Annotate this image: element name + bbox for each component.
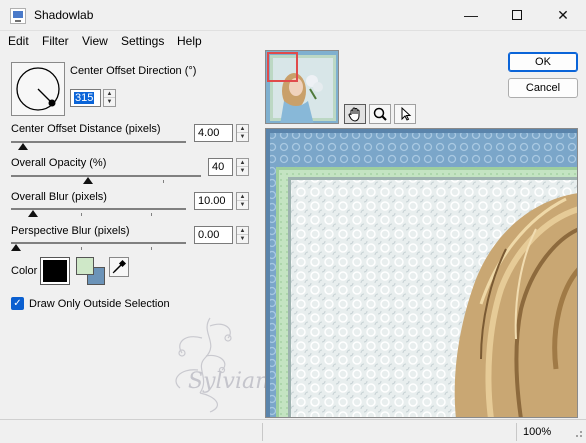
preview-canvas[interactable] (265, 128, 578, 418)
opacity-input[interactable]: 40 (208, 158, 233, 176)
perspective-input[interactable]: 0.00 (194, 226, 233, 244)
direction-spinner[interactable]: ▲ ▼ (103, 89, 116, 107)
resize-grip-icon[interactable] (573, 428, 583, 438)
opacity-slider-thumb[interactable] (83, 177, 93, 184)
foreground-color-swatch[interactable] (76, 257, 94, 275)
zoom-icon (373, 107, 387, 121)
cancel-button[interactable]: Cancel (508, 78, 578, 98)
viewport-indicator[interactable] (267, 52, 298, 82)
watermark-logo: Sylviane (140, 308, 282, 418)
menu-help[interactable]: Help (177, 34, 202, 48)
checkmark-icon: ✓ (13, 298, 22, 309)
blur-slider-thumb[interactable] (28, 210, 38, 217)
distance-label: Center Offset Distance (pixels) (11, 123, 161, 135)
distance-slider[interactable] (11, 137, 186, 151)
menu-settings[interactable]: Settings (121, 34, 164, 48)
menu-edit[interactable]: Edit (8, 34, 29, 48)
menu-bar: Edit Filter View Settings Help (0, 31, 586, 51)
minimize-button[interactable]: — (448, 0, 494, 31)
maximize-button[interactable] (494, 0, 540, 31)
menu-view[interactable]: View (82, 34, 108, 48)
perspective-spinner[interactable]: ▲ ▼ (236, 226, 249, 244)
hand-icon (348, 107, 360, 122)
shadow-color-swatch[interactable] (40, 257, 70, 285)
direction-input[interactable]: 315 (70, 89, 101, 107)
perspective-slider[interactable] (11, 238, 186, 252)
zoom-tool-button[interactable] (369, 104, 391, 124)
ok-button[interactable]: OK (508, 52, 578, 72)
opacity-spinner[interactable]: ▲ ▼ (236, 158, 249, 176)
maximize-icon (512, 10, 522, 20)
app-icon (10, 8, 26, 24)
perspective-label: Perspective Blur (pixels) (11, 225, 130, 237)
distance-spinner[interactable]: ▲ ▼ (236, 124, 249, 142)
distance-slider-thumb[interactable] (18, 143, 28, 150)
close-button[interactable]: ✕ (540, 0, 586, 31)
navigator-thumbnail[interactable] (265, 50, 339, 124)
eyedropper-icon (112, 259, 127, 274)
opacity-slider[interactable] (11, 171, 201, 185)
blur-spinner[interactable]: ▲ ▼ (236, 192, 249, 210)
blur-label: Overall Blur (pixels) (11, 191, 107, 203)
blur-slider[interactable] (11, 204, 186, 218)
pointer-icon (401, 106, 412, 121)
title-bar: Shadowlab — ✕ (0, 0, 586, 31)
pointer-tool-button[interactable] (394, 104, 416, 124)
draw-outside-checkbox[interactable]: ✓ (11, 297, 24, 310)
direction-label: Center Offset Direction (°) (70, 65, 197, 77)
window-title: Shadowlab (34, 8, 94, 22)
status-bar: 100% (0, 419, 586, 443)
distance-input[interactable]: 4.00 (194, 124, 233, 142)
perspective-slider-thumb[interactable] (11, 244, 21, 251)
zoom-level: 100% (523, 426, 552, 438)
menu-filter[interactable]: Filter (42, 34, 69, 48)
direction-dial[interactable] (11, 62, 65, 116)
preview-scrollbar[interactable] (578, 128, 586, 418)
eyedropper-button[interactable] (109, 257, 129, 277)
blur-input[interactable]: 10.00 (194, 192, 233, 210)
opacity-label: Overall Opacity (%) (11, 157, 107, 169)
color-label: Color (11, 265, 38, 277)
pan-tool-button[interactable] (344, 104, 366, 124)
